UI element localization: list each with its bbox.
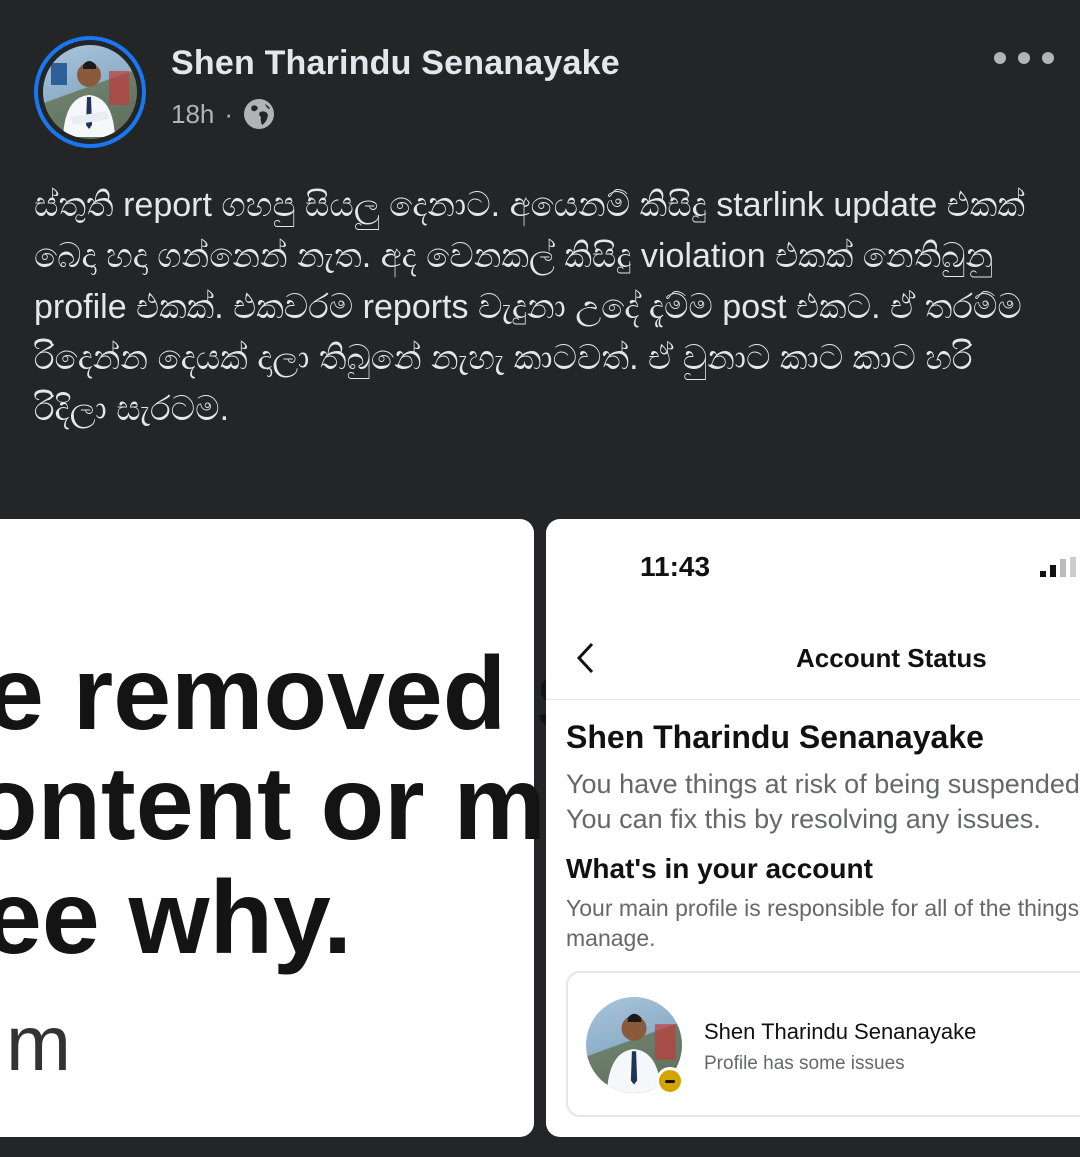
image-text-line: ee why. <box>0 860 353 976</box>
image-text-line: m <box>6 999 71 1087</box>
section-description: Your main profile is responsible for all… <box>566 895 1080 951</box>
post-text: ස්තුති report ගහපු සියලු දෙනාට. අයෙනම් ක… <box>34 186 1026 428</box>
signal-icon <box>1040 557 1076 577</box>
post-header: Shen Tharindu Senanayake 18h · <box>0 0 1080 160</box>
warning-badge-icon <box>656 1067 684 1095</box>
avatar-photo <box>43 45 137 139</box>
post-time[interactable]: 18h <box>171 99 214 130</box>
section-title: What's in your account <box>566 853 873 884</box>
image-text-line: ontent or me <box>0 746 604 862</box>
attached-image-right[interactable]: 11:43 Account Status Shen Tharindu Senan… <box>546 519 1080 1137</box>
account-description: You have things at risk of being suspend… <box>566 769 1080 834</box>
post-meta: 18h · <box>171 98 275 130</box>
back-chevron-icon[interactable] <box>574 641 598 675</box>
page-title: Account Status <box>796 643 987 673</box>
account-name: Shen Tharindu Senanayake <box>566 719 984 755</box>
author-avatar[interactable] <box>34 36 146 148</box>
person-silhouette-icon <box>51 61 129 137</box>
profile-card-status: Profile has some issues <box>704 1053 905 1074</box>
meta-separator: · <box>224 98 234 129</box>
dot-icon <box>1018 52 1030 64</box>
dot-icon <box>994 52 1006 64</box>
dot-icon <box>1042 52 1054 64</box>
divider <box>546 699 1080 700</box>
more-options-button[interactable] <box>994 42 1054 74</box>
profile-card[interactable]: Shen Tharindu Senanayake Profile has som… <box>566 971 1080 1117</box>
author-name[interactable]: Shen Tharindu Senanayake <box>171 44 620 83</box>
status-bar-time: 11:43 <box>640 551 711 582</box>
profile-card-name: Shen Tharindu Senanayake <box>704 1019 977 1044</box>
globe-icon[interactable] <box>243 98 275 130</box>
image-text-line: e removed s <box>0 636 593 752</box>
